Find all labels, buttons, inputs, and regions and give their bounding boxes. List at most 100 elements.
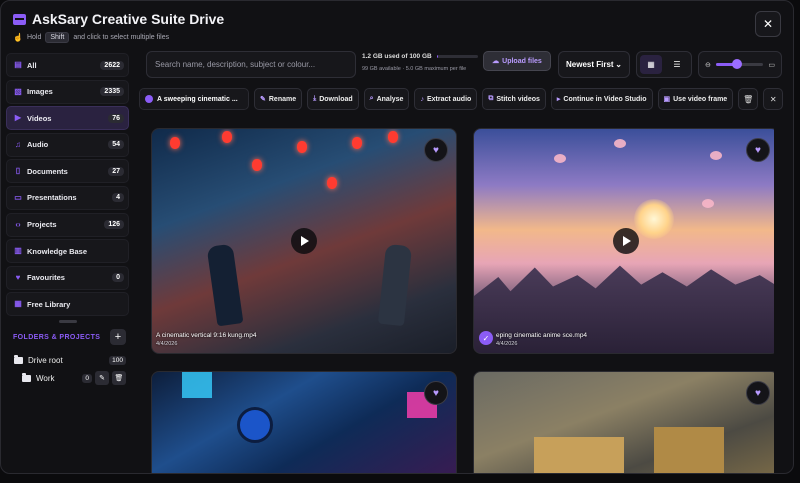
- sidebar-item-knowledge-base[interactable]: ▥ Knowledge Base: [6, 239, 129, 264]
- slider-knob[interactable]: [732, 59, 743, 69]
- selected-file-chip[interactable]: A sweeping cinematic ...: [139, 88, 249, 110]
- document-icon: ▯: [15, 166, 21, 176]
- upload-files-button[interactable]: ☁ Upload files: [483, 51, 551, 71]
- lantern-decoration: [352, 137, 362, 149]
- pencil-icon: ✎: [260, 96, 266, 103]
- selected-check-icon[interactable]: ✓: [479, 331, 493, 345]
- sun-decoration: [634, 199, 674, 239]
- file-caption: A cinematic vertical 9:16 kung.mp4 4/4/2…: [156, 332, 256, 347]
- extract-audio-button[interactable]: ♪ Extract audio: [414, 88, 478, 110]
- search-input[interactable]: [155, 60, 347, 69]
- count-badge: 0: [82, 373, 92, 383]
- delete-folder-button[interactable]: 🗑: [112, 371, 126, 386]
- check-icon: [145, 95, 153, 103]
- video-icon: ▶: [14, 113, 22, 123]
- lantern-decoration: [388, 131, 398, 143]
- sidebar-item-presentations[interactable]: ▭ Presentations 4: [6, 185, 129, 210]
- petal-decoration: [554, 154, 566, 163]
- sidebar-item-projects[interactable]: ‹› Projects 126: [6, 212, 129, 237]
- favourite-button[interactable]: ♥: [746, 138, 770, 162]
- file-caption: eping cinematic anime sce.mp4 4/4/2026: [496, 332, 587, 347]
- block-decoration: [654, 427, 724, 473]
- lantern-decoration: [222, 131, 232, 143]
- sidebar-item-favourites[interactable]: ♥ Favourites 0: [6, 265, 129, 290]
- grid-icon: ▦: [647, 60, 655, 69]
- count-badge: 76: [108, 113, 124, 123]
- video-card[interactable]: ♥ A cinematic vertical 9:16 kung.mp4 4/4…: [151, 128, 457, 354]
- petal-decoration: [614, 139, 626, 148]
- sidebar-item-images[interactable]: ▧ Images 2335: [6, 79, 129, 104]
- play-button[interactable]: [291, 228, 317, 254]
- folder-icon: [22, 372, 31, 382]
- count-badge: 126: [104, 220, 124, 230]
- folders-title: FOLDERS & PROJECTS: [13, 333, 101, 341]
- thumbnail-size-control: ⊖ ▭: [698, 51, 782, 78]
- count-badge: 100: [109, 355, 126, 365]
- storage-bar: [436, 55, 478, 58]
- sort-select[interactable]: Newest First ⌄: [558, 51, 630, 78]
- sidebar: ▤ All 2622 ▧ Images 2335 ▶ Videos 76 ♫ Audio…: [6, 53, 129, 473]
- use-video-frame-button[interactable]: ▣ Use video frame: [657, 88, 734, 110]
- count-badge: 0: [112, 273, 124, 283]
- continue-in-video-studio-button[interactable]: ▸ Continue in Video Studio: [550, 88, 653, 110]
- video-card[interactable]: ♥: [151, 371, 457, 473]
- heart-icon: ♥: [755, 144, 761, 156]
- rename-folder-button[interactable]: ✎: [95, 371, 109, 386]
- analyse-button[interactable]: ⌕ Analyse: [363, 88, 410, 110]
- sidebar-item-audio[interactable]: ♫ Audio 54: [6, 132, 129, 157]
- view-toggle: ▦ ☰: [636, 51, 692, 78]
- favourite-button[interactable]: ♥: [746, 381, 770, 405]
- sidebar-item-videos[interactable]: ▶ Videos 76: [6, 106, 129, 131]
- stitch-icon: ⧉: [488, 95, 494, 102]
- video-card[interactable]: ♥ ✓ eping cinematic anime sce.mp4 4/4/20…: [473, 128, 774, 354]
- play-button[interactable]: [613, 228, 639, 254]
- sidebar-item-documents[interactable]: ▯ Documents 27: [6, 159, 129, 184]
- file-grid: ♥ A cinematic vertical 9:16 kung.mp4 4/4…: [151, 128, 774, 473]
- fighter-figure: [377, 243, 413, 327]
- selection-action-bar: A sweeping cinematic ... ✎ Rename ⤓ Downlo…: [139, 87, 789, 111]
- fighter-figure: [206, 243, 244, 327]
- heart-icon: ♥: [15, 272, 21, 282]
- stitch-videos-button[interactable]: ⧉ Stitch videos: [482, 88, 546, 110]
- file-date: 4/4/2026: [156, 341, 178, 347]
- heart-icon: ♥: [433, 144, 439, 156]
- header: AskSary Creative Suite Drive ☝ Hold Shif…: [13, 11, 224, 43]
- sidebar-item-free-library[interactable]: ▦ Free Library: [6, 292, 129, 317]
- video-card[interactable]: ♥: [473, 371, 774, 473]
- favourite-button[interactable]: ♥: [424, 381, 448, 405]
- rename-button[interactable]: ✎ Rename: [254, 88, 303, 110]
- folder-work[interactable]: Work 0 ✎ 🗑: [6, 369, 129, 387]
- search-box[interactable]: [146, 51, 356, 78]
- pencil-icon: ✎: [99, 375, 105, 383]
- count-badge: 54: [108, 140, 124, 150]
- add-folder-button[interactable]: +: [110, 329, 126, 346]
- favourite-button[interactable]: ♥: [424, 138, 448, 162]
- chevron-down-icon: ⌄: [615, 60, 622, 69]
- grid-view-button[interactable]: ▦: [640, 55, 662, 74]
- petal-decoration: [702, 199, 714, 208]
- download-button[interactable]: ⤓ Download: [307, 88, 359, 110]
- frame-icon: ▣: [663, 96, 671, 103]
- drive-logo-icon: [13, 13, 26, 25]
- count-badge: 2622: [100, 60, 124, 70]
- database-icon: ▥: [14, 246, 22, 256]
- neon-sign-decoration: [182, 372, 212, 398]
- image-icon: ▧: [14, 86, 22, 96]
- play-icon: [623, 236, 631, 246]
- file-date: 4/4/2026: [496, 341, 518, 347]
- folder-drive-root[interactable]: Drive root 100: [6, 351, 129, 369]
- folder-icon: [14, 354, 23, 364]
- thumbnail-size-slider[interactable]: [715, 59, 764, 69]
- delete-button[interactable]: 🗑: [738, 88, 759, 110]
- folders-header: FOLDERS & PROJECTS +: [6, 329, 129, 346]
- library-icon: ▦: [14, 299, 22, 309]
- drive-icon: ▤: [14, 60, 22, 69]
- clear-selection-button[interactable]: ✕: [763, 88, 784, 110]
- list-view-button[interactable]: ☰: [666, 55, 688, 74]
- close-button[interactable]: ✕: [755, 11, 781, 37]
- trash-icon: 🗑: [743, 94, 754, 104]
- zoom-in-icon: ▭: [768, 61, 775, 69]
- close-icon: ✕: [769, 94, 777, 104]
- sidebar-item-all[interactable]: ▤ All 2622: [6, 53, 129, 77]
- petal-decoration: [710, 151, 722, 160]
